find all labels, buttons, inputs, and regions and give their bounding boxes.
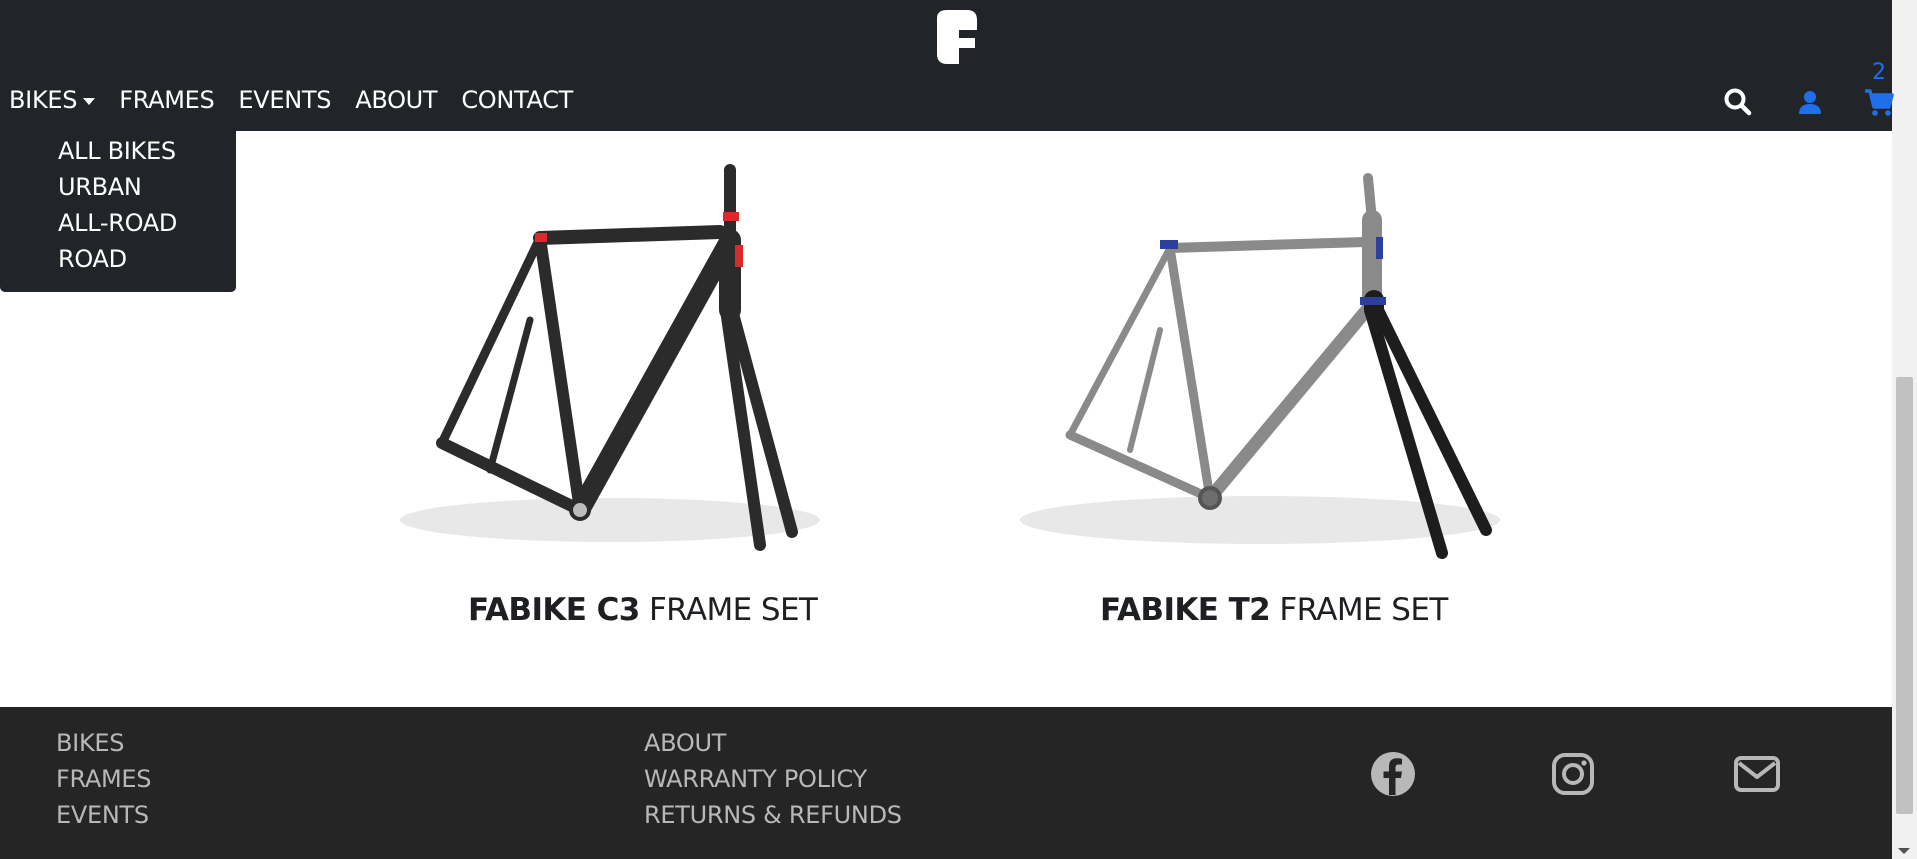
scrollbar-thumb[interactable] xyxy=(1896,377,1913,814)
site-footer: BIKES FRAMES EVENTS ABOUT WARRANTY POLIC… xyxy=(0,707,1892,859)
footer-col-info: ABOUT WARRANTY POLICY RETURNS & REFUNDS xyxy=(644,729,902,829)
cart-icon[interactable] xyxy=(1863,86,1895,118)
nav-frames-label: FRAMES xyxy=(119,86,215,114)
nav-bikes-label: BIKES xyxy=(9,86,78,114)
c3-frame-image xyxy=(400,164,820,551)
product-card-t2[interactable]: FABIKE T2 FRAME SET xyxy=(1010,160,1530,640)
t2-frame-image xyxy=(1020,173,1500,559)
nav-events[interactable]: EVENTS xyxy=(238,86,331,114)
nav-frames[interactable]: FRAMES xyxy=(119,86,215,114)
footer-link-returns[interactable]: RETURNS & REFUNDS xyxy=(644,801,902,829)
nav-bikes[interactable]: BIKES xyxy=(9,86,96,114)
product-title-t2[interactable]: FABIKE T2 FRAME SET xyxy=(1100,592,1448,628)
dropdown-item-all-bikes[interactable]: ALL BIKES xyxy=(58,137,176,165)
scroll-down-arrow-icon[interactable] xyxy=(1898,848,1910,854)
product-suffix: FRAME SET xyxy=(648,592,818,628)
footer-link-warranty[interactable]: WARRANTY POLICY xyxy=(644,765,902,793)
site-header: BIKES FRAMES EVENTS ABOUT CONTACT 2 xyxy=(0,0,1895,131)
footer-link-bikes[interactable]: BIKES xyxy=(56,729,151,757)
fabike-logo-icon[interactable] xyxy=(933,8,979,66)
caret-down-icon xyxy=(83,97,96,105)
instagram-icon[interactable] xyxy=(1550,751,1596,797)
user-icon[interactable] xyxy=(1794,86,1826,118)
nav-about[interactable]: ABOUT xyxy=(355,86,437,114)
product-suffix: FRAME SET xyxy=(1279,592,1448,628)
product-card-c3[interactable]: FABIKE C3 FRAME SET xyxy=(380,160,880,640)
product-title-c3[interactable]: FABIKE C3 FRAME SET xyxy=(468,592,818,628)
nav-contact[interactable]: CONTACT xyxy=(461,86,573,114)
dropdown-item-all-road[interactable]: ALL-ROAD xyxy=(58,209,177,237)
footer-link-about[interactable]: ABOUT xyxy=(644,729,902,757)
dropdown-item-urban[interactable]: URBAN xyxy=(58,173,142,201)
product-name: FABIKE C3 xyxy=(468,592,640,628)
nav-events-label: EVENTS xyxy=(238,86,332,114)
nav-about-label: ABOUT xyxy=(355,86,438,114)
footer-col-products: BIKES FRAMES EVENTS xyxy=(56,729,152,829)
main-nav: BIKES FRAMES EVENTS ABOUT CONTACT xyxy=(9,86,573,114)
search-icon[interactable] xyxy=(1722,86,1754,118)
facebook-icon[interactable] xyxy=(1370,751,1416,797)
nav-contact-label: CONTACT xyxy=(461,86,574,114)
cart-count-badge: 2 xyxy=(1872,60,1886,85)
footer-link-events[interactable]: EVENTS xyxy=(56,801,151,829)
product-name: FABIKE T2 xyxy=(1100,592,1271,628)
email-icon[interactable] xyxy=(1734,751,1780,797)
bikes-dropdown-menu: ALL BIKES URBAN ALL-ROAD ROAD xyxy=(0,131,236,292)
vertical-scrollbar[interactable] xyxy=(1892,0,1917,859)
footer-link-frames[interactable]: FRAMES xyxy=(56,765,152,793)
dropdown-item-road[interactable]: ROAD xyxy=(58,245,127,273)
